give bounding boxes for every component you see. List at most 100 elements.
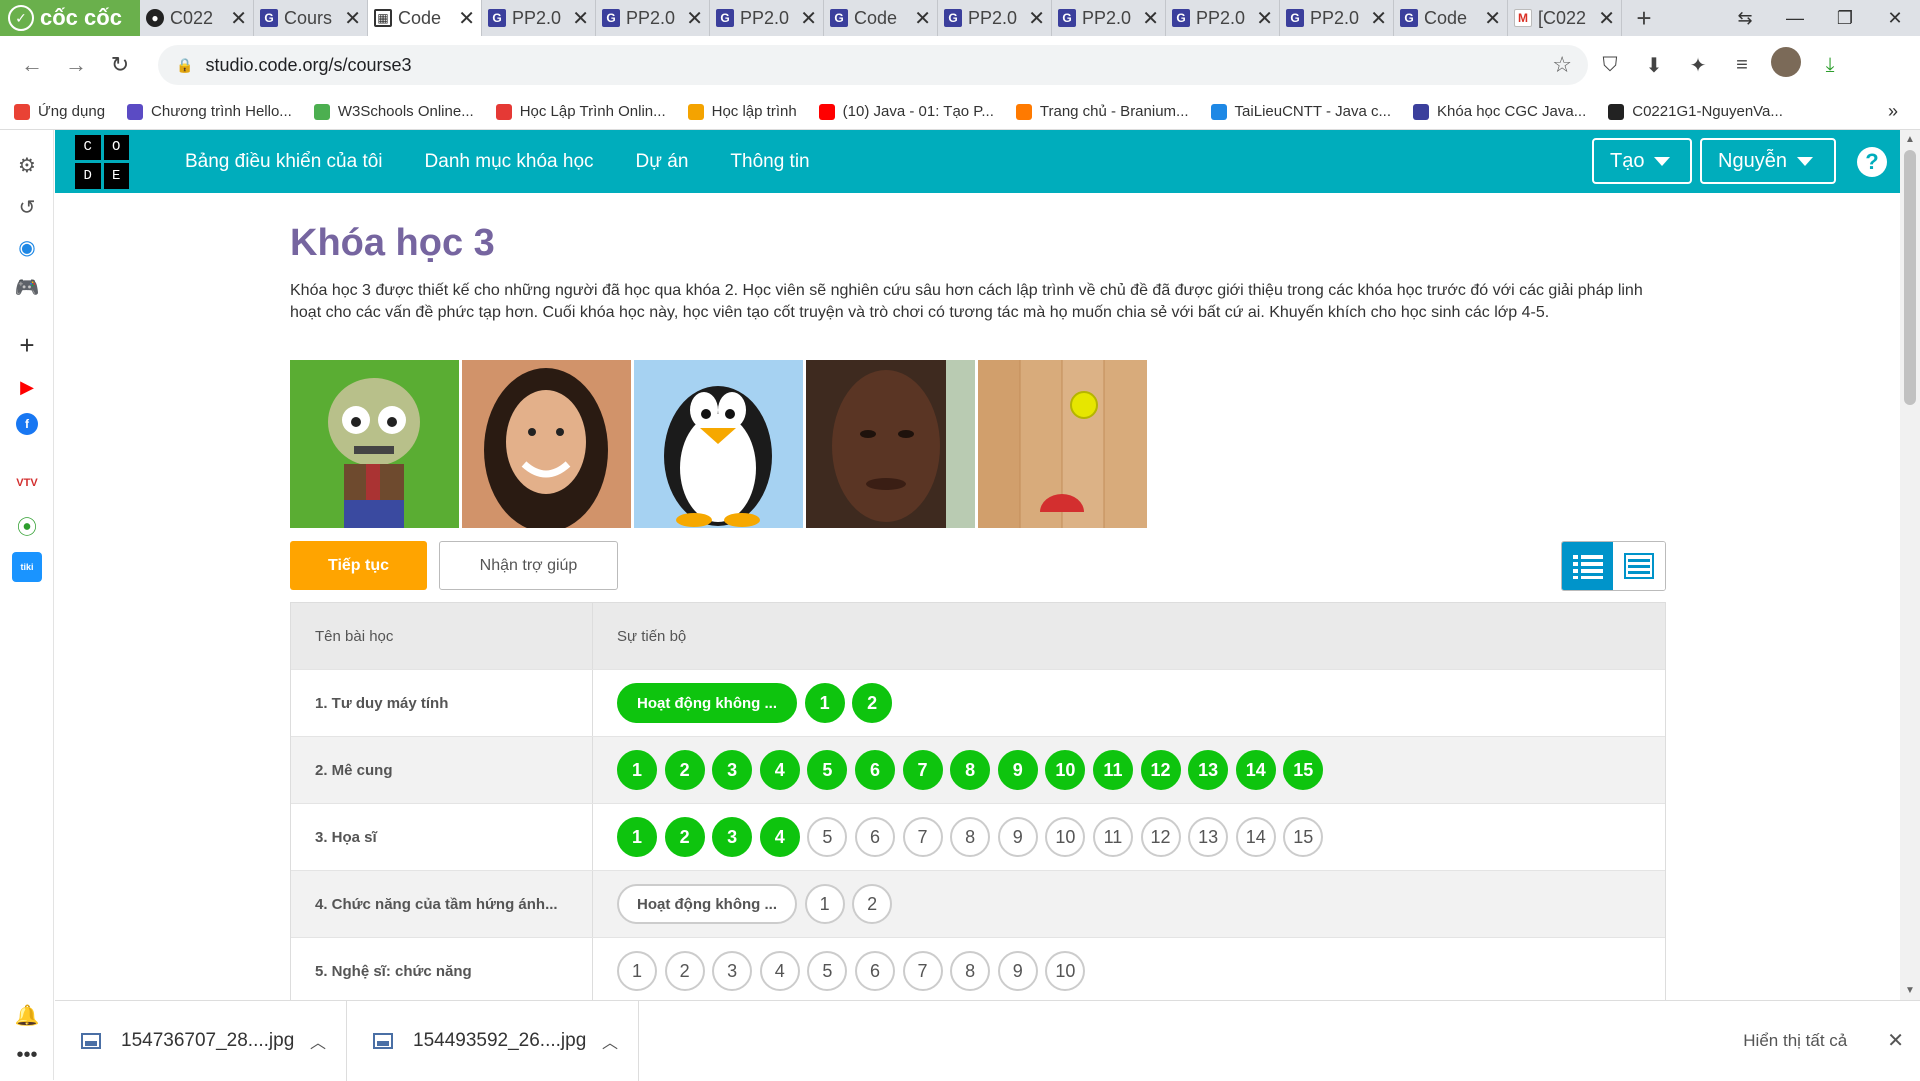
level-bubble[interactable]: 7 [902, 951, 943, 991]
tab-search-icon[interactable]: ⇆ [1720, 8, 1770, 29]
level-bubble[interactable]: 9 [997, 750, 1038, 790]
level-bubble[interactable]: 4 [759, 817, 800, 857]
level-bubble[interactable]: 2 [664, 951, 705, 991]
level-bubble[interactable]: 10 [1045, 951, 1086, 991]
browser-tab[interactable]: G PP2.0 ✕ [1052, 0, 1166, 36]
close-tab-icon[interactable]: ✕ [1142, 6, 1159, 31]
level-bubble[interactable]: 4 [759, 750, 800, 790]
level-bubble[interactable]: 9 [997, 951, 1038, 991]
download-arrow-icon[interactable]: ⤓ [1808, 54, 1852, 77]
browser-tab[interactable]: G PP2.0 ✕ [710, 0, 824, 36]
level-bubble[interactable]: 11 [1092, 750, 1133, 790]
close-icon[interactable]: ✕ [1887, 1028, 1904, 1053]
browser-tab[interactable]: G PP2.0 ✕ [482, 0, 596, 36]
bookmark-item[interactable]: Học lập trình [687, 103, 797, 120]
level-bubble[interactable]: 1 [617, 951, 657, 991]
bookmark-item[interactable]: C0221G1-NguyenVa... [1608, 103, 1783, 120]
restore-button[interactable]: ❐ [1820, 8, 1870, 29]
browser-tab[interactable]: G Cours ✕ [254, 0, 368, 36]
lesson-name[interactable]: 4. Chức năng của tầm hứng ánh... [291, 871, 593, 937]
level-bubble[interactable]: 6 [854, 817, 895, 857]
bookmark-item[interactable]: Trang chủ - Branium... [1015, 103, 1189, 120]
browser-tab[interactable]: G Code ✕ [1394, 0, 1508, 36]
browser-brand[interactable]: ✓ cốc cốc [0, 0, 140, 36]
level-bubble[interactable]: 3 [712, 951, 753, 991]
level-bubble[interactable]: 14 [1235, 817, 1276, 857]
gamepad-icon[interactable]: 🎮 [12, 272, 42, 302]
minimize-button[interactable]: — [1770, 8, 1820, 29]
bookmark-item[interactable]: Khóa học CGC Java... [1413, 103, 1586, 120]
level-bubble[interactable]: 2 [852, 683, 893, 723]
browser-tab[interactable]: M [C022 ✕ [1508, 0, 1622, 36]
lesson-name[interactable]: 5. Nghệ sĩ: chức năng [291, 938, 593, 1000]
create-dropdown-button[interactable]: Tạo [1592, 138, 1692, 184]
close-tab-icon[interactable]: ✕ [1484, 6, 1501, 31]
lesson-name[interactable]: 2. Mê cung [291, 737, 593, 803]
close-tab-icon[interactable]: ✕ [914, 6, 931, 31]
close-tab-icon[interactable]: ✕ [1256, 6, 1273, 31]
scroll-down-icon[interactable]: ▼ [1905, 985, 1915, 996]
chevron-up-icon[interactable]: ︿ [602, 1029, 618, 1053]
list-view-button[interactable] [1562, 542, 1614, 590]
level-bubble[interactable]: 2 [852, 884, 893, 924]
close-tab-icon[interactable]: ✕ [1370, 6, 1387, 31]
level-bubble[interactable]: 10 [1045, 750, 1086, 790]
level-bubble[interactable]: 8 [950, 951, 991, 991]
scroll-up-icon[interactable]: ▲ [1905, 134, 1915, 145]
level-bubble[interactable]: 2 [664, 750, 705, 790]
close-tab-icon[interactable]: ✕ [344, 6, 361, 31]
lesson-name[interactable]: 3. Họa sĩ [291, 804, 593, 870]
level-bubble[interactable]: 15 [1283, 817, 1324, 857]
more-icon[interactable]: ••• [12, 1040, 42, 1070]
tiki-icon[interactable]: tiki [12, 552, 42, 582]
level-bubble[interactable]: 3 [712, 817, 753, 857]
level-bubble[interactable]: 7 [902, 817, 943, 857]
messenger-icon[interactable]: ◉ [12, 232, 42, 262]
level-bubble[interactable]: 5 [807, 750, 848, 790]
page-scrollbar[interactable]: ▲ ▼ [1900, 130, 1920, 1000]
browser-tab[interactable]: ▦ Code ✕ [368, 0, 482, 36]
settings-gear-icon[interactable]: ⚙ [12, 150, 42, 180]
help-icon[interactable]: ? [1857, 147, 1887, 177]
bookmark-item[interactable]: Ứng dụng [14, 103, 105, 120]
level-bubble[interactable]: 7 [902, 750, 943, 790]
unplugged-activity-pill[interactable]: Hoạt động không ... [617, 884, 797, 924]
extensions-icon[interactable]: ✦ [1676, 53, 1720, 78]
download-item[interactable]: 154493592_26....jpg ︿ [347, 1000, 639, 1081]
browser-tab[interactable]: G Code ✕ [824, 0, 938, 36]
level-bubble[interactable]: 9 [997, 817, 1038, 857]
level-bubble[interactable]: 2 [664, 817, 705, 857]
close-tab-icon[interactable]: ✕ [1598, 6, 1615, 31]
profile-avatar[interactable] [1764, 47, 1808, 83]
level-bubble[interactable]: 5 [807, 817, 848, 857]
lesson-name[interactable]: 1. Tư duy máy tính [291, 670, 593, 736]
level-bubble[interactable]: 1 [804, 884, 845, 924]
close-window-button[interactable]: ✕ [1870, 8, 1920, 29]
level-bubble[interactable]: 15 [1283, 750, 1324, 790]
level-bubble[interactable]: 13 [1188, 817, 1229, 857]
close-tab-icon[interactable]: ✕ [458, 6, 475, 31]
level-bubble[interactable]: 5 [807, 951, 848, 991]
url-input[interactable]: 🔒 studio.code.org/s/course3 ☆ [158, 45, 1588, 85]
level-bubble[interactable]: 3 [712, 750, 753, 790]
show-all-downloads-link[interactable]: Hiển thị tất cả [1743, 1031, 1847, 1051]
nav-dashboard[interactable]: Bảng điều khiển của tôi [185, 151, 383, 173]
level-bubble[interactable]: 6 [854, 951, 895, 991]
youtube-icon[interactable]: ▶ [12, 372, 42, 402]
bookmark-item[interactable]: Học Lập Trình Onlin... [495, 103, 666, 120]
level-bubble[interactable]: 10 [1045, 817, 1086, 857]
code-org-logo[interactable]: C O D E [75, 134, 129, 189]
bookmark-item[interactable]: (10) Java - 01: Tạo P... [818, 103, 994, 120]
chevron-up-icon[interactable]: ︿ [310, 1029, 326, 1053]
level-bubble[interactable]: 14 [1235, 750, 1276, 790]
nav-course-catalog[interactable]: Danh mục khóa học [425, 151, 594, 173]
browser-tab[interactable]: G PP2.0 ✕ [1280, 0, 1394, 36]
close-tab-icon[interactable]: ✕ [572, 6, 589, 31]
summary-view-button[interactable] [1613, 542, 1665, 590]
level-bubble[interactable]: 12 [1140, 750, 1181, 790]
close-tab-icon[interactable]: ✕ [230, 6, 247, 31]
bookmark-item[interactable]: Chương trình Hello... [127, 103, 292, 120]
close-tab-icon[interactable]: ✕ [1028, 6, 1045, 31]
level-bubble[interactable]: 8 [950, 817, 991, 857]
bookmark-item[interactable]: TaiLieuCNTT - Java c... [1210, 103, 1391, 120]
